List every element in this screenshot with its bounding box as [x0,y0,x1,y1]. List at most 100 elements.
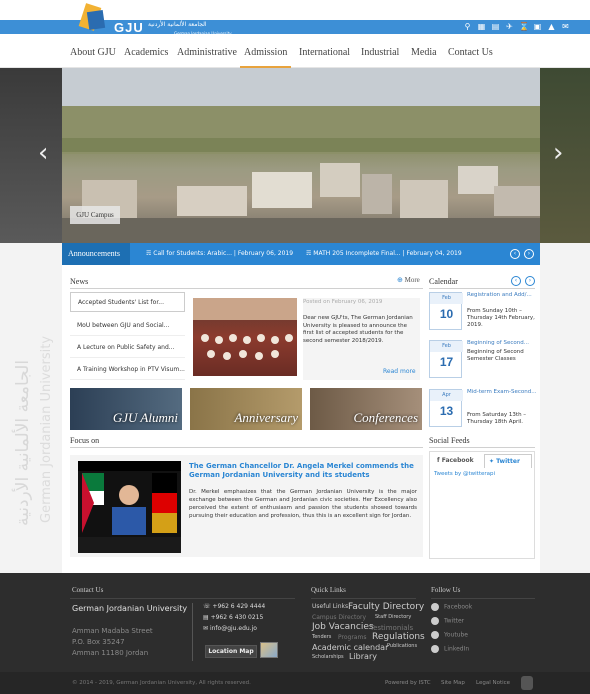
news-more-link[interactable]: ⊕ More [397,276,420,284]
news-list-item[interactable]: A Training Workshop in PTV Visum... [70,360,185,380]
nav-international[interactable]: International [299,47,350,58]
nav-academics[interactable]: Academics [124,47,168,58]
footer-fax: ▤ +962 6 430 0215 [203,614,264,621]
focus-video-image[interactable] [78,461,181,553]
footer-divider [431,598,535,599]
watermark-arabic: الجامعة الألمانية الأردنية [12,360,33,526]
focus-title[interactable]: The German Chancellor Dr. Angela Merkel … [189,462,419,480]
mail-icon[interactable]: ✉ [561,22,570,31]
focus-heading: Focus on [70,436,423,448]
powered-by[interactable]: Powered by ISTC [385,680,431,686]
quick-link[interactable]: Testimonials [370,624,413,632]
news-list-item[interactable]: A Lecture on Public Safety and... [70,338,185,358]
follow-twitter[interactable]: Twitter [431,617,464,625]
back-to-top-icon[interactable] [521,676,533,690]
news-list-item[interactable]: MoU between GJU and Social... [70,316,185,336]
books-icon[interactable]: ▤ [491,22,500,31]
youtube-icon [431,631,439,639]
social-feeds-heading: Social Feeds [429,436,535,448]
calendar-sub: From Sunday 10th – Thursday 14th Februar… [467,308,535,328]
anniversary-banner[interactable]: Anniversary [190,388,302,430]
building-icon[interactable]: ▣ [533,22,542,31]
quick-link[interactable]: Staff Directory [375,614,411,620]
quick-link[interactable]: Library [349,652,377,661]
calendar-month: Feb [430,341,463,352]
slider-next-preview [540,68,590,243]
hourglass-icon[interactable]: ⌛ [519,22,529,31]
tweets-link[interactable]: Tweets by @twitterapi [434,471,495,477]
announcement-item[interactable]: ☴ Call for Students: Arabic... | Februar… [146,243,293,265]
calendar-title[interactable]: Beginning of Second... [467,340,537,347]
quick-link[interactable]: Regulations [372,632,425,642]
news-featured-date: Posted on February 06, 2019 [303,299,383,305]
footer-address-line: Amman 11180 Jordan [72,649,149,657]
quick-link[interactable]: Faculty Directory [348,602,424,612]
site-map-link[interactable]: Site Map [441,680,465,686]
slider-prev-preview [0,68,62,243]
logo-arabic: الجامعة الألمانية الأردنية [148,21,207,28]
nav-media[interactable]: Media [411,47,437,58]
footer-email[interactable]: ✉ info@gju.edu.jo [203,625,257,632]
conferences-banner[interactable]: Conferences [310,388,422,430]
alumni-banner[interactable]: GJU Alumni [70,388,182,430]
quick-link[interactable]: Useful Links [312,603,348,610]
social-feeds-panel: f Facebook ✦ Twitter Tweets by @twittera… [429,451,535,559]
follow-linkedin[interactable]: LinkedIn [431,645,469,653]
follow-youtube[interactable]: Youtube [431,631,468,639]
logo-mark-icon [78,3,106,31]
quick-link[interactable]: Publications [387,643,417,649]
banner-label: Anniversary [234,410,298,425]
vertical-watermark: الجامعة الألمانية الأردنية German Jordan… [6,268,56,528]
calendar-icon[interactable]: ▦ [477,22,486,31]
quick-link[interactable]: Academic calendar [312,643,388,652]
facebook-tab[interactable]: f Facebook [433,454,479,468]
slider-next-button[interactable]: › [553,138,563,168]
calendar-prev-icon[interactable]: ‹ [511,276,521,286]
follow-facebook[interactable]: Facebook [431,603,472,611]
banner-label: GJU Alumni [112,410,178,425]
twitter-icon [431,617,439,625]
gju-logo[interactable]: GJU الجامعة الألمانية الأردنية German Jo… [78,3,238,36]
quick-link[interactable]: Job Vacancies [312,622,374,632]
footer-contact-heading: Contact Us [72,586,104,594]
footer-vertical-divider [192,603,193,661]
news-heading: News [70,277,423,289]
news-list-item[interactable]: Accepted Students' List for... [70,292,185,312]
nav-industrial[interactable]: Industrial [361,47,399,58]
footer-phone: ☏ +962 6 429 4444 [203,603,266,610]
footer-follow-heading: Follow Us [431,586,461,594]
nav-contact[interactable]: Contact Us [448,47,493,58]
announcement-item[interactable]: ☴ MATH 205 Incomplete Final... | Februar… [306,243,462,265]
phone-icon: ☏ [203,603,213,610]
announcements-prev-icon[interactable]: ‹ [510,249,520,259]
quick-link[interactable]: Tenders [312,634,331,640]
quick-link[interactable]: Scholarships [312,654,344,660]
footer-divider [311,598,416,599]
calendar-next-icon[interactable]: › [525,276,535,286]
search-icon[interactable]: ⚲ [463,22,472,31]
slider-prev-button[interactable]: ‹ [38,138,48,168]
quick-link[interactable]: Campus Directory [312,614,366,621]
logo-abbr: GJU [114,20,144,35]
news-read-more-link[interactable]: Read more [383,368,416,375]
copyright: © 2014 - 2019, German Jordanian Universi… [72,680,251,686]
footer-university-name: German Jordanian University [72,604,188,613]
top-bar: GJU الجامعة الألمانية الأردنية German Jo… [0,0,590,36]
fax-icon: ▤ [203,614,211,621]
nav-administrative[interactable]: Administrative [177,47,237,58]
quick-link[interactable]: Programs [338,634,366,641]
nav-about[interactable]: About GJU [70,47,116,58]
calendar-title[interactable]: Registration and Add/... [467,292,537,299]
graduation-icon[interactable]: ▲ [547,22,556,31]
location-map-button[interactable]: Location Map [205,645,257,658]
hero-slider: ‹ › GJU Campus [0,68,590,243]
news-featured-image[interactable] [193,298,297,376]
nav-admission[interactable]: Admission [240,47,292,68]
footer-address-line: P.O. Box 35247 [72,638,125,646]
twitter-tab[interactable]: ✦ Twitter [484,454,532,468]
calendar-title[interactable]: Mid-term Exam-Second... [467,389,537,396]
legal-notice-link[interactable]: Legal Notice [476,680,510,686]
announcements-label: Announcements [62,243,130,265]
announcements-next-icon[interactable]: › [524,249,534,259]
plane-icon[interactable]: ✈ [505,22,514,31]
